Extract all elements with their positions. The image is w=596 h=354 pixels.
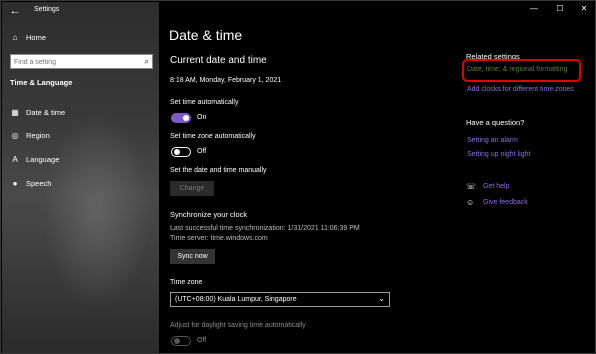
sidebar-item-label: Region: [26, 131, 50, 140]
time-zone-label: Time zone: [170, 279, 203, 286]
current-date-heading: Current date and time: [170, 55, 267, 66]
search-box[interactable]: ⌕: [10, 54, 153, 69]
app-title: Settings: [34, 6, 60, 13]
question-heading: Have a question?: [466, 118, 525, 127]
search-input[interactable]: [14, 56, 134, 68]
page-title: Date & time: [169, 27, 243, 43]
back-arrow-icon[interactable]: ←: [6, 4, 24, 18]
set-time-auto-state: On: [197, 114, 207, 121]
titlebar: ← Settings: [2, 2, 159, 20]
home-icon: ⌂: [12, 33, 18, 42]
maximize-icon[interactable]: ☐: [547, 2, 573, 16]
minimize-icon[interactable]: —: [521, 2, 547, 16]
set-timezone-auto-label: Set time zone automatically: [170, 133, 256, 140]
search-icon[interactable]: ⌕: [145, 56, 149, 68]
manual-date-label: Set the date and time manually: [170, 167, 267, 174]
dst-state: Off: [197, 337, 207, 344]
set-timezone-auto-toggle[interactable]: [171, 147, 191, 157]
highlight-box: [462, 59, 581, 82]
calendar-icon: ▦: [11, 108, 19, 117]
time-zone-value: (UTC+08:00) Kuala Lumpur, Singapore: [175, 296, 297, 303]
chevron-down-icon: ⌄: [378, 294, 385, 303]
get-help-link[interactable]: Get help: [483, 183, 509, 190]
set-time-auto-toggle[interactable]: [171, 113, 191, 123]
sidebar-item-language[interactable]: A Language: [2, 151, 159, 169]
change-button[interactable]: Change: [170, 181, 214, 196]
help-icon: ☏: [466, 182, 477, 191]
sidebar: ← Settings ⌂ Home ⌕ Time & Language ▦ Da…: [2, 2, 159, 353]
sync-heading: Synchronize your clock: [170, 210, 248, 219]
close-icon[interactable]: ✕: [571, 2, 595, 16]
sidebar-item-label: Date & time: [26, 108, 66, 117]
last-sync-text: Last successful time synchronization: 1/…: [170, 225, 360, 232]
night-light-link[interactable]: Setting up night light: [467, 151, 530, 158]
dst-label: Adjust for daylight saving time automati…: [170, 322, 306, 329]
settings-window: ← Settings ⌂ Home ⌕ Time & Language ▦ Da…: [0, 0, 596, 354]
microphone-icon: ●: [12, 179, 18, 188]
sidebar-item-speech[interactable]: ● Speech: [2, 175, 159, 193]
time-zone-select[interactable]: (UTC+08:00) Kuala Lumpur, Singapore ⌄: [170, 292, 390, 307]
setting-alarm-link[interactable]: Setting an alarm: [467, 137, 518, 144]
sidebar-item-label: Home: [26, 33, 47, 42]
sidebar-item-label: Language: [26, 155, 60, 164]
dst-toggle[interactable]: [171, 336, 191, 346]
give-feedback-link[interactable]: Give feedback: [483, 199, 528, 206]
sync-now-button[interactable]: Sync now: [170, 249, 215, 264]
set-time-auto-label: Set time automatically: [170, 99, 239, 106]
sidebar-item-date-time[interactable]: ▦ Date & time: [2, 104, 159, 122]
sidebar-item-region[interactable]: ◎ Region: [2, 127, 159, 145]
globe-icon: ◎: [11, 131, 19, 140]
feedback-icon: ☺: [466, 198, 475, 207]
language-icon: A: [12, 155, 18, 164]
sidebar-item-home[interactable]: ⌂ Home: [2, 29, 159, 47]
set-timezone-auto-state: Off: [197, 148, 207, 155]
add-clocks-link[interactable]: Add clocks for different time zones: [467, 86, 574, 93]
current-date-value: 8:18 AM, Monday, February 1, 2021: [170, 77, 282, 84]
sidebar-item-label: Speech: [26, 179, 52, 188]
section-heading: Time & Language: [10, 78, 73, 87]
time-server-text: Time server: time.windows.com: [170, 235, 268, 242]
